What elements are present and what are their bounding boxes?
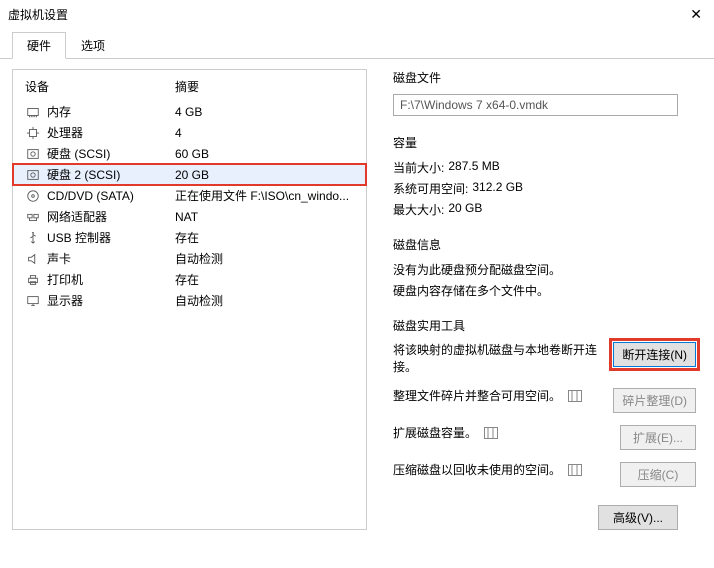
device-row[interactable]: 网络适配器NAT xyxy=(13,206,366,227)
close-icon[interactable]: ✕ xyxy=(686,6,706,23)
disk-icon xyxy=(25,168,41,182)
device-summary: 正在使用文件 F:\ISO\cn_windo... xyxy=(175,187,354,204)
device-name: 声卡 xyxy=(47,250,175,267)
device-summary: 存在 xyxy=(175,229,354,246)
device-panel: 设备 摘要 内存4 GB处理器4硬盘 (SCSI)60 GB硬盘 2 (SCSI… xyxy=(12,69,367,530)
map-icon xyxy=(568,464,582,476)
col-device-header: 设备 xyxy=(25,78,175,95)
device-summary: NAT xyxy=(175,210,354,224)
advanced-button[interactable]: 高级(V)... xyxy=(598,505,678,530)
tool-compact-text: 压缩磁盘以回收未使用的空间。 xyxy=(393,463,561,477)
current-size: 当前大小: 287.5 MB xyxy=(393,159,696,176)
tool-disconnect-desc: 将该映射的虚拟机磁盘与本地卷断开连接。 xyxy=(393,342,605,376)
device-row[interactable]: USB 控制器存在 xyxy=(13,227,366,248)
disk-info-title: 磁盘信息 xyxy=(393,236,696,253)
capacity-title: 容量 xyxy=(393,134,696,151)
device-name: 硬盘 2 (SCSI) xyxy=(47,166,175,183)
compact-button: 压缩(C) xyxy=(620,462,696,487)
device-list: 内存4 GB处理器4硬盘 (SCSI)60 GB硬盘 2 (SCSI)20 GB… xyxy=(13,101,366,311)
col-summary-header: 摘要 xyxy=(175,78,354,95)
tool-expand-row: 扩展磁盘容量。 扩展(E)... xyxy=(393,425,696,450)
device-name: 网络适配器 xyxy=(47,208,175,225)
device-summary: 4 GB xyxy=(175,105,354,119)
device-summary: 自动检测 xyxy=(175,250,354,267)
network-icon xyxy=(25,210,41,224)
tool-disconnect-row: 将该映射的虚拟机磁盘与本地卷断开连接。 断开连接(N) xyxy=(393,342,696,376)
free-space-value: 312.2 GB xyxy=(472,180,523,197)
tool-defrag-desc: 整理文件碎片并整合可用空间。 xyxy=(393,388,605,405)
detail-panel: 磁盘文件 F:\7\Windows 7 x64-0.vmdk 容量 当前大小: … xyxy=(387,69,702,530)
printer-icon xyxy=(25,273,41,287)
device-name: CD/DVD (SATA) xyxy=(47,189,175,203)
tool-defrag-text: 整理文件碎片并整合可用空间。 xyxy=(393,389,561,403)
map-icon xyxy=(568,390,582,402)
device-row[interactable]: 硬盘 2 (SCSI)20 GB xyxy=(13,164,366,185)
map-icon xyxy=(484,427,498,439)
device-header: 设备 摘要 xyxy=(13,78,366,101)
tool-compact-desc: 压缩磁盘以回收未使用的空间。 xyxy=(393,462,612,479)
max-size-label: 最大大小: xyxy=(393,201,444,218)
disk-info-line2: 硬盘内容存储在多个文件中。 xyxy=(393,282,696,299)
disk-icon xyxy=(25,147,41,161)
disk-file-title: 磁盘文件 xyxy=(393,69,696,86)
tool-defrag-row: 整理文件碎片并整合可用空间。 碎片整理(D) xyxy=(393,388,696,413)
device-summary: 4 xyxy=(175,126,354,140)
max-size: 最大大小: 20 GB xyxy=(393,201,696,218)
device-name: USB 控制器 xyxy=(47,229,175,246)
titlebar: 虚拟机设置 ✕ xyxy=(0,0,714,31)
device-row[interactable]: 硬盘 (SCSI)60 GB xyxy=(13,143,366,164)
footer: 高级(V)... xyxy=(393,505,696,530)
usb-icon xyxy=(25,231,41,245)
memory-icon xyxy=(25,105,41,119)
device-name: 处理器 xyxy=(47,124,175,141)
disk-file-path[interactable]: F:\7\Windows 7 x64-0.vmdk xyxy=(393,94,678,116)
device-name: 硬盘 (SCSI) xyxy=(47,145,175,162)
device-summary: 自动检测 xyxy=(175,292,354,309)
device-name: 打印机 xyxy=(47,271,175,288)
tool-expand-desc: 扩展磁盘容量。 xyxy=(393,425,612,442)
tab-hardware[interactable]: 硬件 xyxy=(12,32,66,59)
disk-info-line1: 没有为此硬盘预分配磁盘空间。 xyxy=(393,261,696,278)
defrag-button: 碎片整理(D) xyxy=(613,388,696,413)
tool-compact-row: 压缩磁盘以回收未使用的空间。 压缩(C) xyxy=(393,462,696,487)
expand-button: 扩展(E)... xyxy=(620,425,696,450)
tools-section: 磁盘实用工具 将该映射的虚拟机磁盘与本地卷断开连接。 断开连接(N) 整理文件碎… xyxy=(393,317,696,487)
tools-title: 磁盘实用工具 xyxy=(393,317,696,334)
device-summary: 60 GB xyxy=(175,147,354,161)
sound-icon xyxy=(25,252,41,266)
free-space-label: 系统可用空间: xyxy=(393,180,468,197)
device-row[interactable]: 打印机存在 xyxy=(13,269,366,290)
disconnect-button[interactable]: 断开连接(N) xyxy=(613,342,696,367)
cd-icon xyxy=(25,189,41,203)
device-row[interactable]: 显示器自动检测 xyxy=(13,290,366,311)
free-space: 系统可用空间: 312.2 GB xyxy=(393,180,696,197)
disk-info-section: 磁盘信息 没有为此硬盘预分配磁盘空间。 硬盘内容存储在多个文件中。 xyxy=(393,236,696,299)
device-row[interactable]: 处理器4 xyxy=(13,122,366,143)
device-name: 内存 xyxy=(47,103,175,120)
display-icon xyxy=(25,294,41,308)
tool-expand-text: 扩展磁盘容量。 xyxy=(393,426,477,440)
cpu-icon xyxy=(25,126,41,140)
current-size-label: 当前大小: xyxy=(393,159,444,176)
device-row[interactable]: CD/DVD (SATA)正在使用文件 F:\ISO\cn_windo... xyxy=(13,185,366,206)
max-size-value: 20 GB xyxy=(448,201,482,218)
device-summary: 20 GB xyxy=(175,168,354,182)
device-name: 显示器 xyxy=(47,292,175,309)
device-row[interactable]: 声卡自动检测 xyxy=(13,248,366,269)
device-row[interactable]: 内存4 GB xyxy=(13,101,366,122)
device-summary: 存在 xyxy=(175,271,354,288)
tab-strip: 硬件 选项 xyxy=(0,31,714,59)
disk-file-section: 磁盘文件 F:\7\Windows 7 x64-0.vmdk xyxy=(393,69,696,116)
tab-options[interactable]: 选项 xyxy=(66,32,120,59)
content-area: 设备 摘要 内存4 GB处理器4硬盘 (SCSI)60 GB硬盘 2 (SCSI… xyxy=(0,59,714,540)
capacity-section: 容量 当前大小: 287.5 MB 系统可用空间: 312.2 GB 最大大小:… xyxy=(393,134,696,218)
window-title: 虚拟机设置 xyxy=(8,6,68,23)
current-size-value: 287.5 MB xyxy=(448,159,499,176)
